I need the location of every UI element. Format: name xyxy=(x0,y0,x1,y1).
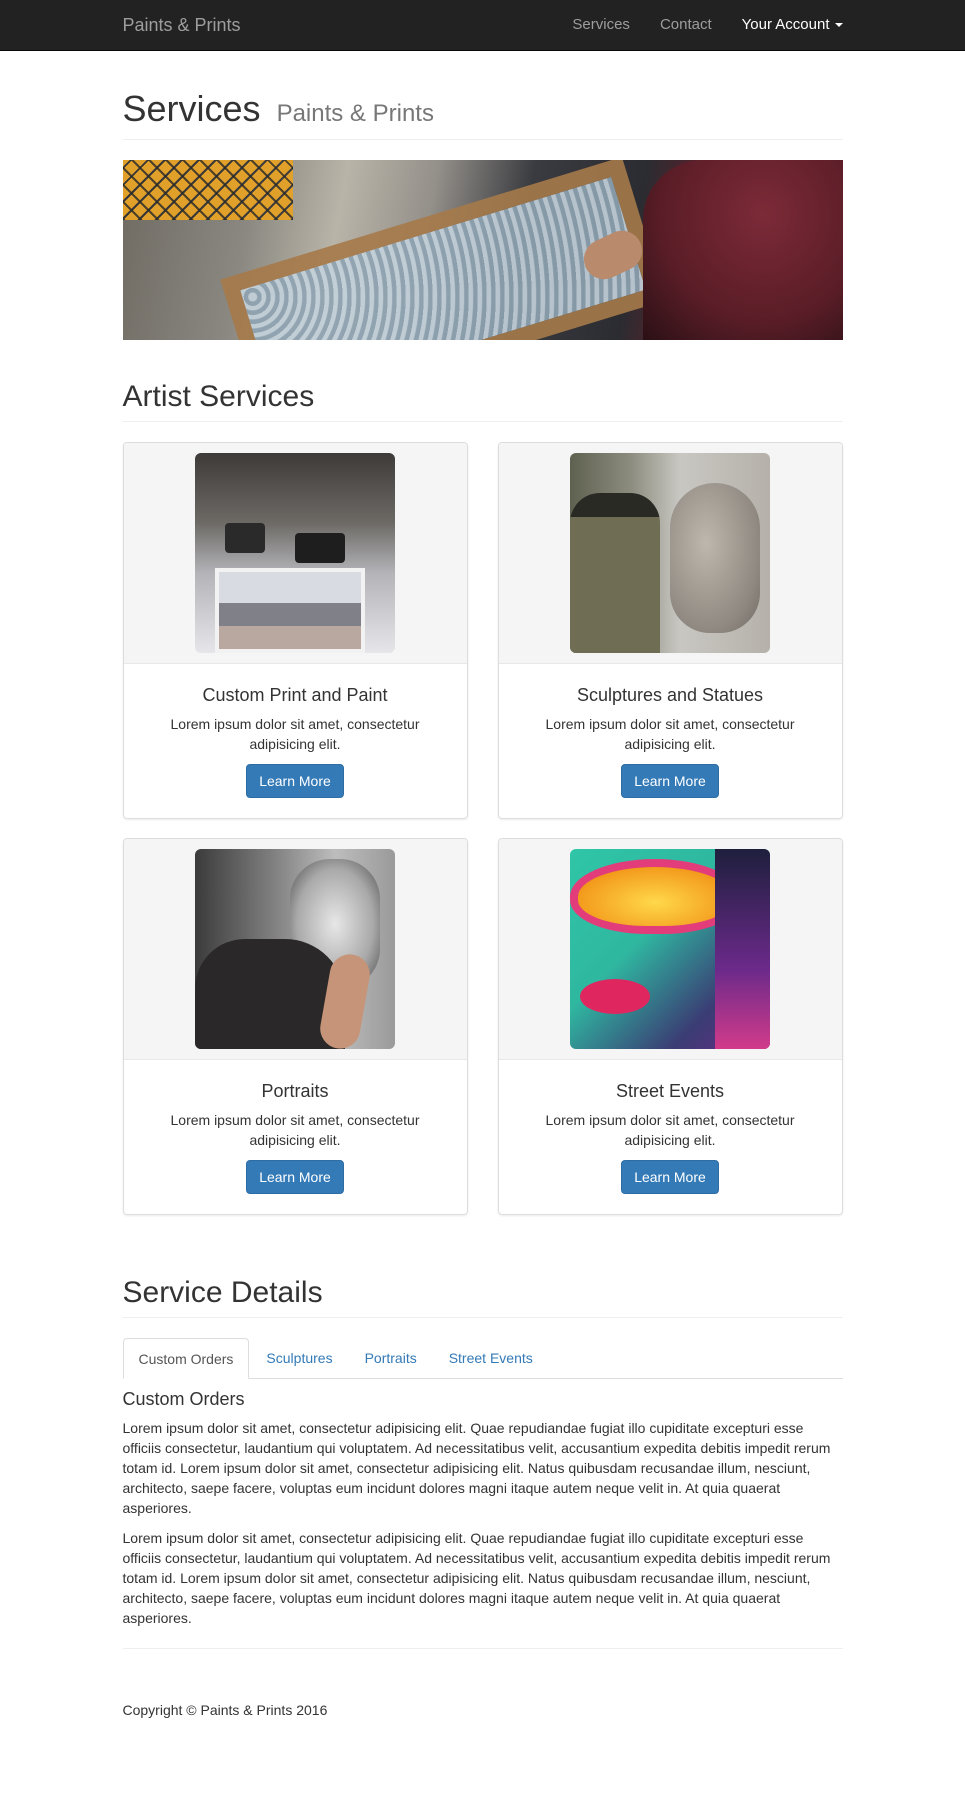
service-tabs: Custom Orders Sculptures Portraits Stree… xyxy=(122,1337,843,1379)
card-body: Portraits Lorem ipsum dolor sit amet, co… xyxy=(124,1060,467,1195)
hero-image-screen-printing xyxy=(122,159,843,340)
tab-sculptures[interactable]: Sculptures xyxy=(251,1338,347,1378)
print-photo-shape xyxy=(215,567,365,653)
service-details-header: Service Details xyxy=(122,1275,843,1318)
services-grid: Custom Print and Paint Lorem ipsum dolor… xyxy=(122,441,843,1234)
card-text: Lorem ipsum dolor sit amet, consectetur … xyxy=(545,716,795,753)
brand-link[interactable]: Paints & Prints xyxy=(123,0,241,50)
card-title: Custom Print and Paint xyxy=(202,684,388,705)
caret-down-icon xyxy=(834,23,843,28)
tab-content: Custom Orders Lorem ipsum dolor sit amet… xyxy=(123,1389,843,1628)
card-text: Lorem ipsum dolor sit amet, consectetur … xyxy=(170,1112,420,1149)
learn-more-button[interactable]: Learn More xyxy=(621,764,719,799)
tab-paragraph: Lorem ipsum dolor sit amet, consectetur … xyxy=(122,1529,831,1626)
footer-divider xyxy=(122,1647,843,1649)
sculpture-head-shape xyxy=(670,482,760,633)
artist-services-heading: Artist Services xyxy=(122,379,315,413)
hero-fence xyxy=(122,159,293,220)
sculpture-image xyxy=(570,452,770,653)
tab-portraits[interactable]: Portraits xyxy=(350,1338,432,1378)
artist-services-header: Artist Services xyxy=(122,379,843,422)
page-title: Services Paints & Prints xyxy=(123,89,843,129)
copyright-text: Copyright © Paints & Prints 2016 xyxy=(122,1701,328,1718)
card-body: Custom Print and Paint Lorem ipsum dolor… xyxy=(124,664,467,799)
learn-more-button[interactable]: Learn More xyxy=(246,764,344,799)
footer: Copyright © Paints & Prints 2016 xyxy=(123,1702,843,1718)
card-body: Sculptures and Statues Lorem ipsum dolor… xyxy=(499,664,842,799)
page-title-text: Services xyxy=(122,88,261,129)
sculptor-shape xyxy=(570,492,660,653)
page-subtitle: Paints & Prints xyxy=(276,100,434,127)
account-dropdown[interactable]: Your Account xyxy=(727,0,843,50)
page-header: Services Paints & Prints xyxy=(122,89,843,140)
card-title: Street Events xyxy=(615,1080,725,1101)
top-navbar: Paints & Prints Services Contact Your Ac… xyxy=(0,0,965,51)
main-content: Services Paints & Prints Artist Services… xyxy=(122,89,843,1718)
learn-more-button[interactable]: Learn More xyxy=(621,1160,719,1195)
hair-shape xyxy=(715,848,770,1049)
card-text: Lorem ipsum dolor sit amet, consectetur … xyxy=(170,716,420,753)
hero-person xyxy=(642,159,843,340)
portrait-image xyxy=(195,848,395,1049)
custom-print-image xyxy=(195,452,395,653)
card-image-area xyxy=(498,442,842,664)
camera-shape xyxy=(225,522,265,553)
card-title: Sculptures and Statues xyxy=(576,684,764,705)
card-image-area xyxy=(498,838,842,1060)
card-image-area xyxy=(123,442,467,664)
street-art-image xyxy=(570,848,770,1049)
card-image-area xyxy=(123,838,467,1060)
tab-content-title: Custom Orders xyxy=(122,1388,245,1409)
tab-paragraph: Lorem ipsum dolor sit amet, consectetur … xyxy=(122,1419,831,1516)
service-card-portraits: Portraits Lorem ipsum dolor sit amet, co… xyxy=(122,837,468,1215)
service-card-street-events: Street Events Lorem ipsum dolor sit amet… xyxy=(497,837,843,1215)
service-card-sculptures: Sculptures and Statues Lorem ipsum dolor… xyxy=(497,441,843,819)
tab-custom-orders[interactable]: Custom Orders xyxy=(122,1337,250,1379)
tab-street-events[interactable]: Street Events xyxy=(434,1338,548,1378)
card-title: Portraits xyxy=(261,1080,329,1101)
card-body: Street Events Lorem ipsum dolor sit amet… xyxy=(499,1060,842,1195)
lips-shape xyxy=(580,978,650,1014)
learn-more-button[interactable]: Learn More xyxy=(246,1160,344,1195)
nav-link-contact[interactable]: Contact xyxy=(645,0,727,50)
service-card-custom-print: Custom Print and Paint Lorem ipsum dolor… xyxy=(122,441,468,819)
card-text: Lorem ipsum dolor sit amet, consectetur … xyxy=(545,1112,795,1149)
nav-links: Services Contact Your Account xyxy=(557,0,843,50)
account-dropdown-label: Your Account xyxy=(741,16,830,33)
service-details-heading: Service Details xyxy=(122,1275,323,1309)
camera-shape xyxy=(295,532,345,563)
nav-link-services[interactable]: Services xyxy=(557,0,645,50)
